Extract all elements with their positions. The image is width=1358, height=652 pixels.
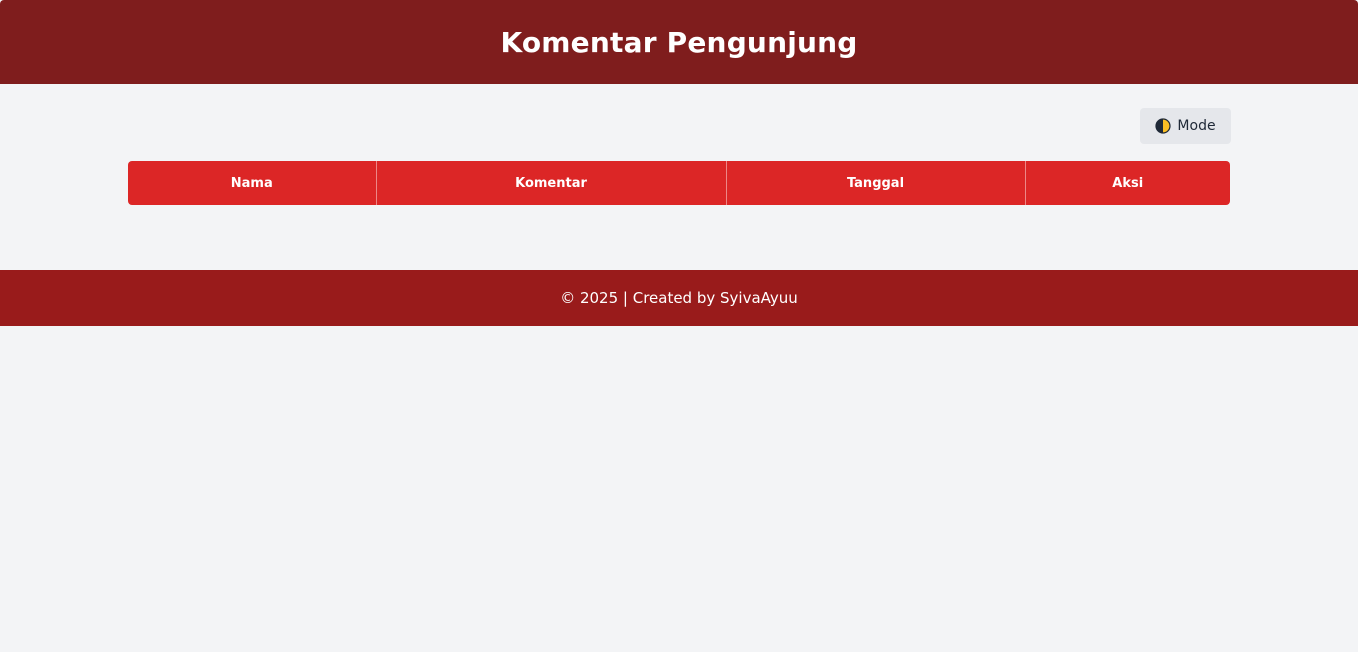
column-header-aksi: Aksi xyxy=(1025,161,1230,205)
comments-table-container: Nama Komentar Tanggal Aksi xyxy=(128,161,1230,205)
column-header-komentar: Komentar xyxy=(376,161,727,205)
column-header-tanggal: Tanggal xyxy=(726,161,1026,205)
comments-table: Nama Komentar Tanggal Aksi xyxy=(128,161,1230,205)
page-footer: © 2025 | Created by SyivaAyuu xyxy=(0,270,1358,326)
half-moon-icon xyxy=(1155,118,1172,134)
mode-toggle-button[interactable]: Mode xyxy=(1140,108,1231,144)
table-header-row: Nama Komentar Tanggal Aksi xyxy=(128,161,1230,205)
page-title: Komentar Pengunjung xyxy=(500,25,858,59)
page-header: Komentar Pengunjung xyxy=(0,0,1358,84)
column-header-nama: Nama xyxy=(128,161,377,205)
footer-credit: © 2025 | Created by SyivaAyuu xyxy=(560,289,798,307)
mode-button-label: Mode xyxy=(1177,118,1216,134)
